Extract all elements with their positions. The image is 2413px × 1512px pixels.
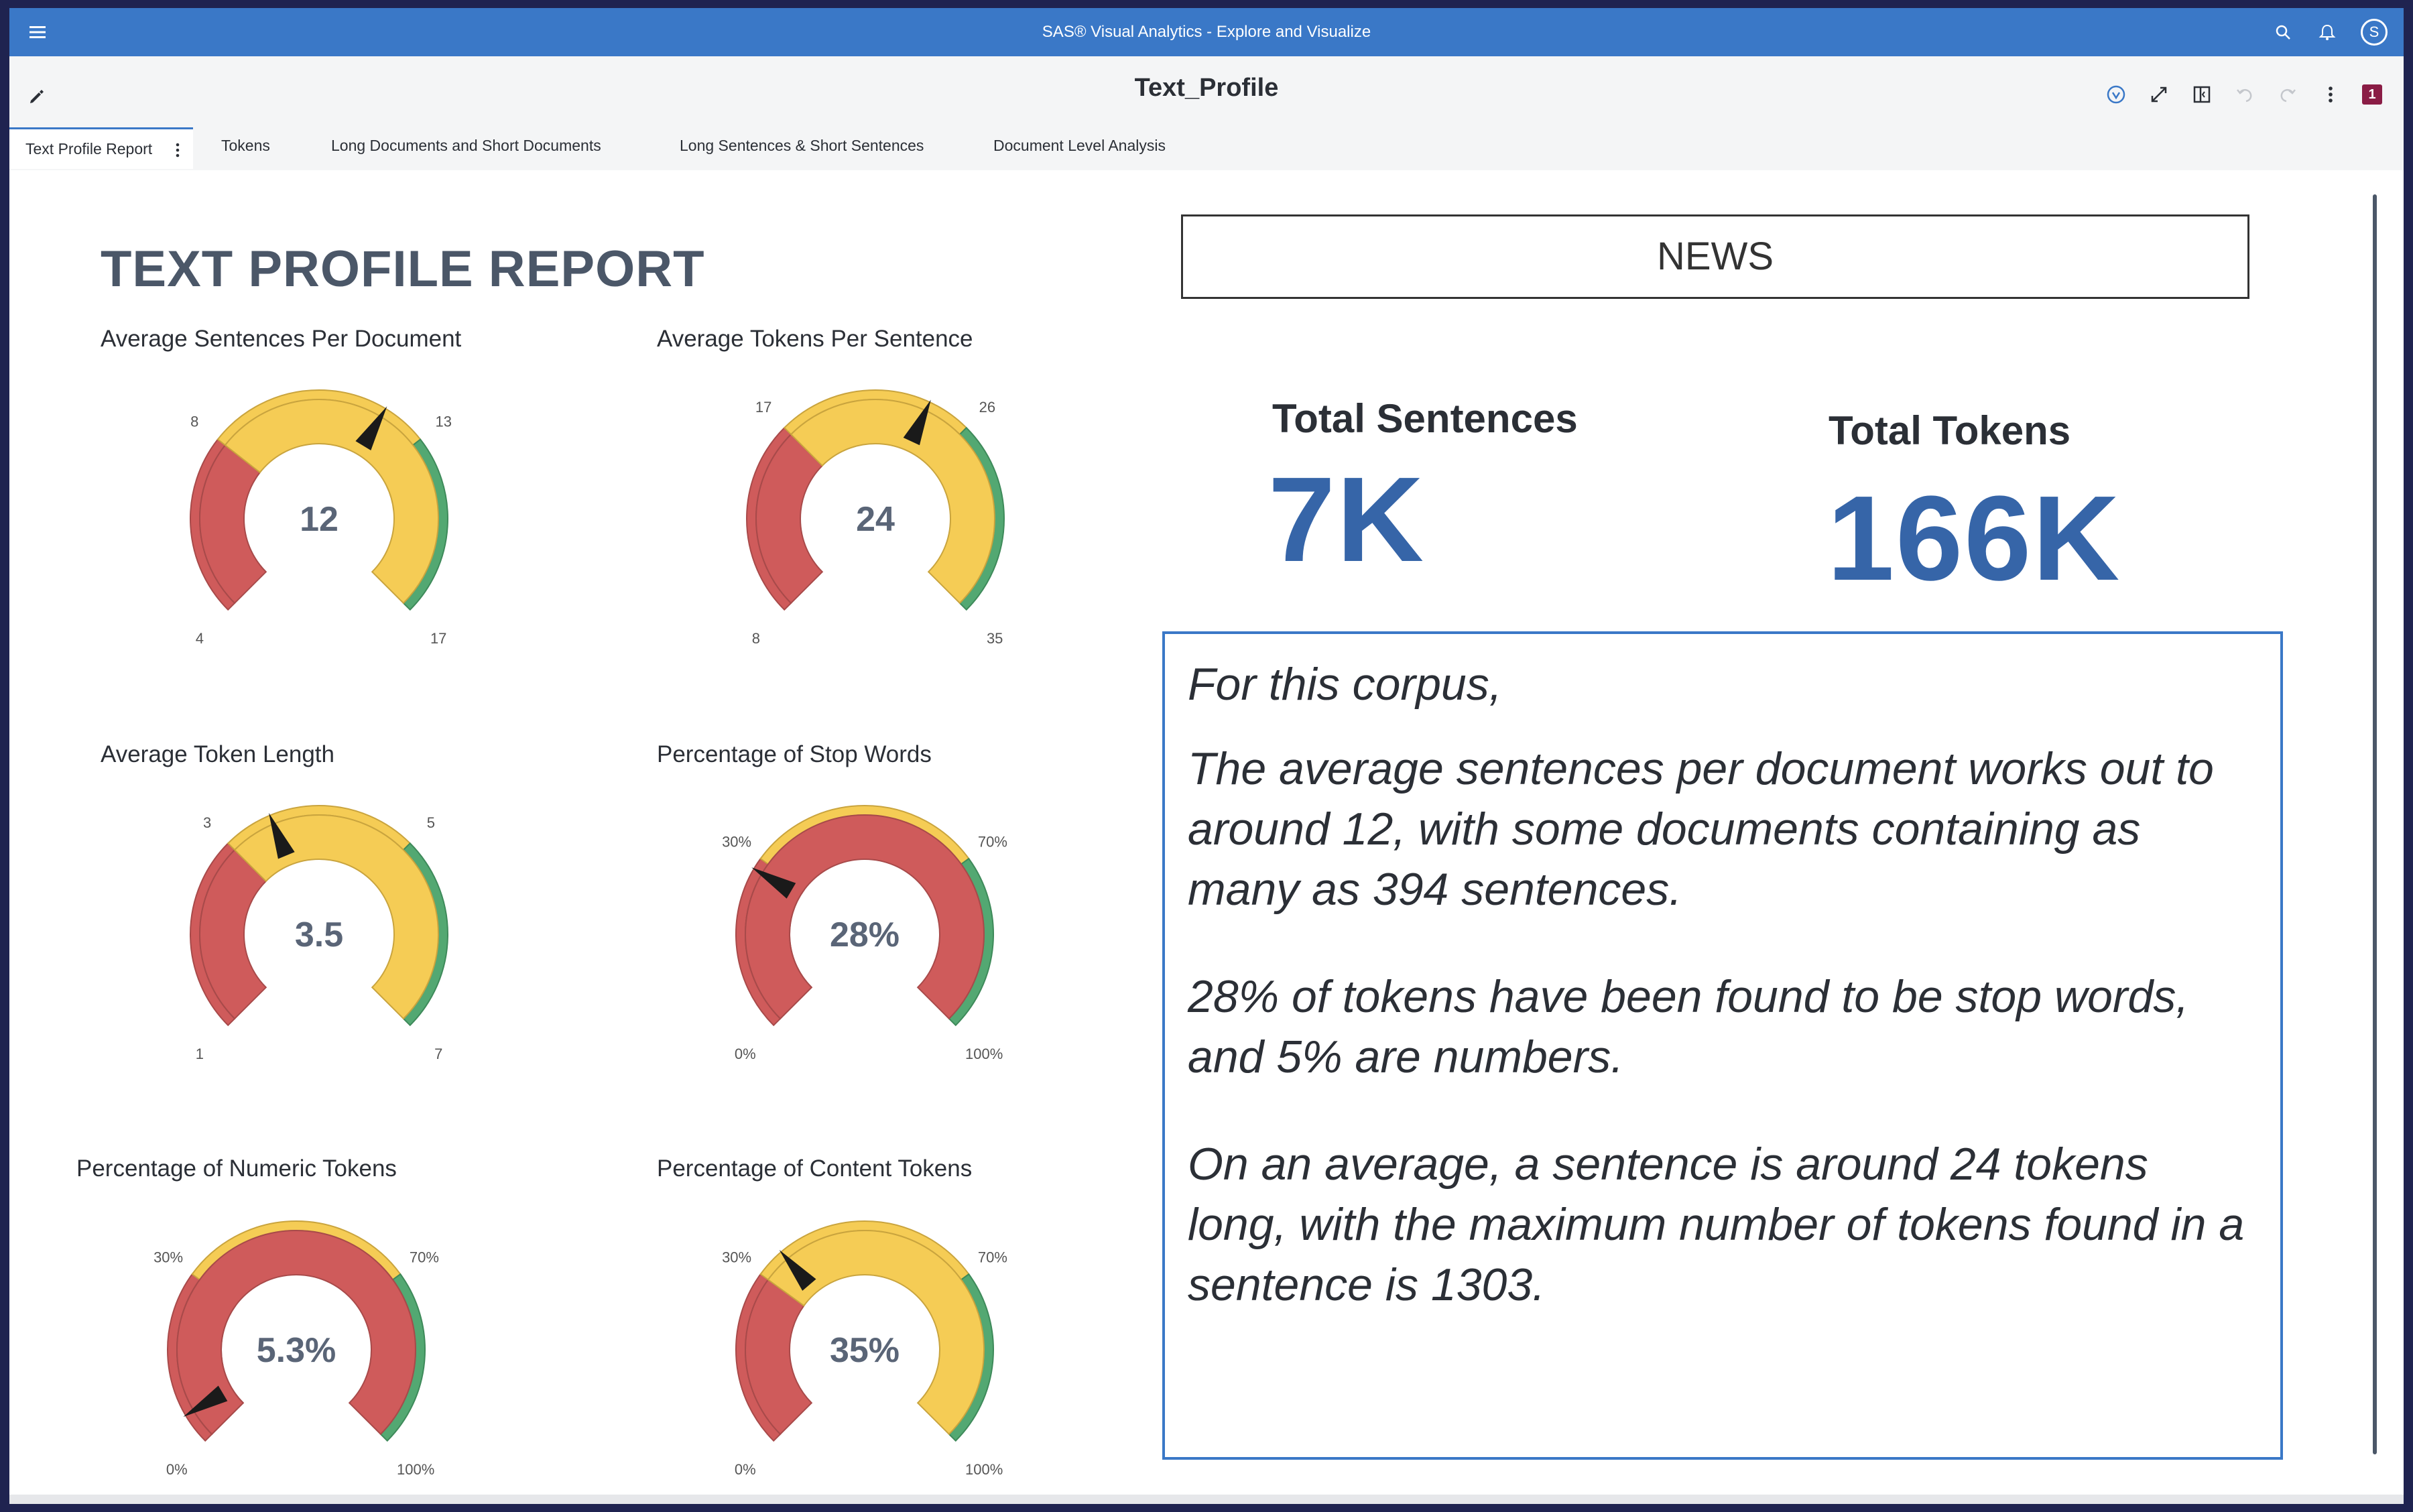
gauge-average-sentences-per-document[interactable]: 12 4 17 8 13 [151, 371, 487, 696]
gauge-max-label: 100% [965, 1461, 1003, 1478]
report-canvas: TEXT PROFILE REPORT Average Sentences Pe… [9, 170, 2404, 1504]
gauge-threshold-low-label: 30% [153, 1249, 183, 1265]
bottom-strip [9, 1495, 2404, 1504]
avatar[interactable]: S [2361, 19, 2388, 46]
undo-icon[interactable] [2233, 83, 2256, 106]
tab-tokens[interactable]: Tokens [221, 125, 270, 166]
gauge-value: 35% [830, 1331, 900, 1370]
gauge-title: Average Sentences Per Document [101, 326, 462, 352]
gauge-threshold-low-label: 8 [190, 413, 198, 430]
gauge-threshold-high-label: 5 [427, 814, 435, 831]
gauge-threshold-low-label: 30% [722, 833, 751, 850]
app-bar: SAS® Visual Analytics - Explore and Visu… [9, 8, 2404, 56]
search-icon[interactable] [2272, 21, 2294, 43]
summary-sentences: The average sentences per document works… [1188, 743, 2214, 915]
gauge-threshold-high-label: 13 [436, 413, 452, 430]
redo-icon[interactable] [2276, 83, 2299, 106]
gauge-value: 5.3% [257, 1331, 336, 1370]
gauge-max-label: 100% [397, 1461, 434, 1478]
gauge-min-label: 0% [166, 1461, 188, 1478]
page-heading: TEXT PROFILE REPORT [101, 241, 705, 298]
tab-label: Text Profile Report [25, 140, 153, 158]
gauge-percentage-stop-words[interactable]: 28% 0% 100% 30% 70% [697, 787, 1032, 1112]
report-title-bar: Text_Profile 1 [9, 56, 2404, 129]
gauge-threshold-high-label: 70% [978, 1249, 1007, 1265]
tab-document-level-analysis[interactable]: Document Level Analysis [993, 125, 1166, 166]
gauge-percentage-numeric-tokens[interactable]: 5.3% 0% 100% 30% 70% [129, 1202, 464, 1504]
summary-tokens: On an average, a sentence is around 24 t… [1188, 1139, 2245, 1310]
gauge-min-label: 1 [196, 1046, 204, 1062]
more-icon[interactable] [2319, 83, 2342, 106]
summary-text-box: For this corpus, The average sentences p… [1162, 631, 2283, 1460]
gauge-average-token-length[interactable]: 3.5 1 7 3 5 [151, 787, 487, 1112]
gauge-threshold-high-label: 70% [978, 833, 1007, 850]
tab-text-profile-report[interactable]: Text Profile Report [9, 127, 193, 169]
gauge-min-label: 8 [752, 630, 760, 647]
kpi-title-sentences: Total Sentences [1272, 396, 1578, 441]
summary-stop-words: 28% of tokens have been found to be stop… [1188, 971, 2189, 1082]
summary-intro: For this corpus, [1188, 659, 1502, 710]
gauge-max-label: 35 [987, 630, 1003, 647]
gauge-value: 3.5 [295, 916, 343, 954]
kpi-value-tokens: 166K [1827, 471, 2121, 606]
gauge-threshold-low-label: 3 [203, 814, 211, 831]
gauge-title: Average Tokens Per Sentence [657, 326, 973, 352]
kpi-title-tokens: Total Tokens [1829, 408, 2071, 453]
gauge-min-label: 4 [196, 630, 204, 647]
gauge-threshold-high-label: 26 [979, 399, 995, 416]
avatar-letter: S [2369, 23, 2379, 40]
expand-icon[interactable] [2148, 83, 2170, 106]
app-window: SAS® Visual Analytics - Explore and Visu… [9, 8, 2404, 1504]
gauge-max-label: 17 [430, 630, 446, 647]
vertical-scrollbar[interactable] [2373, 194, 2377, 1454]
gauge-average-tokens-per-sentence[interactable]: 24 8 35 17 26 [708, 371, 1043, 696]
corpus-name-box: NEWS [1181, 214, 2249, 299]
gauge-threshold-low-label: 30% [722, 1249, 751, 1265]
gauge-max-label: 7 [434, 1046, 442, 1062]
gauge-max-label: 100% [965, 1046, 1003, 1062]
gauge-min-label: 0% [735, 1046, 756, 1062]
panel-icon[interactable] [2190, 83, 2213, 106]
info-icon[interactable] [2105, 83, 2127, 106]
notification-badge[interactable]: 1 [2362, 84, 2382, 105]
gauge-value: 12 [300, 500, 338, 539]
tab-long-short-sentences[interactable]: Long Sentences & Short Sentences [680, 125, 924, 166]
gauge-threshold-high-label: 70% [410, 1249, 439, 1265]
page-tabs: Text Profile Report Tokens Long Document… [9, 121, 2404, 170]
gauge-title: Percentage of Stop Words [657, 741, 932, 767]
gauge-title: Percentage of Content Tokens [657, 1155, 973, 1182]
bell-icon[interactable] [2316, 21, 2338, 43]
report-title: Text_Profile [1134, 74, 1279, 102]
gauge-title: Average Token Length [101, 741, 334, 767]
gauge-value: 24 [856, 500, 895, 539]
gauge-value: 28% [830, 916, 900, 954]
kpi-value-sentences: 7K [1268, 452, 1426, 587]
gauge-threshold-low-label: 17 [755, 399, 771, 416]
app-title: SAS® Visual Analytics - Explore and Visu… [1042, 23, 1371, 41]
tab-more-icon[interactable] [176, 129, 180, 168]
gauge-percentage-content-tokens[interactable]: 35% 0% 100% 30% 70% [697, 1202, 1032, 1504]
tab-long-short-documents[interactable]: Long Documents and Short Documents [331, 125, 601, 166]
gauge-min-label: 0% [735, 1461, 756, 1478]
gauge-title: Percentage of Numeric Tokens [76, 1155, 397, 1182]
